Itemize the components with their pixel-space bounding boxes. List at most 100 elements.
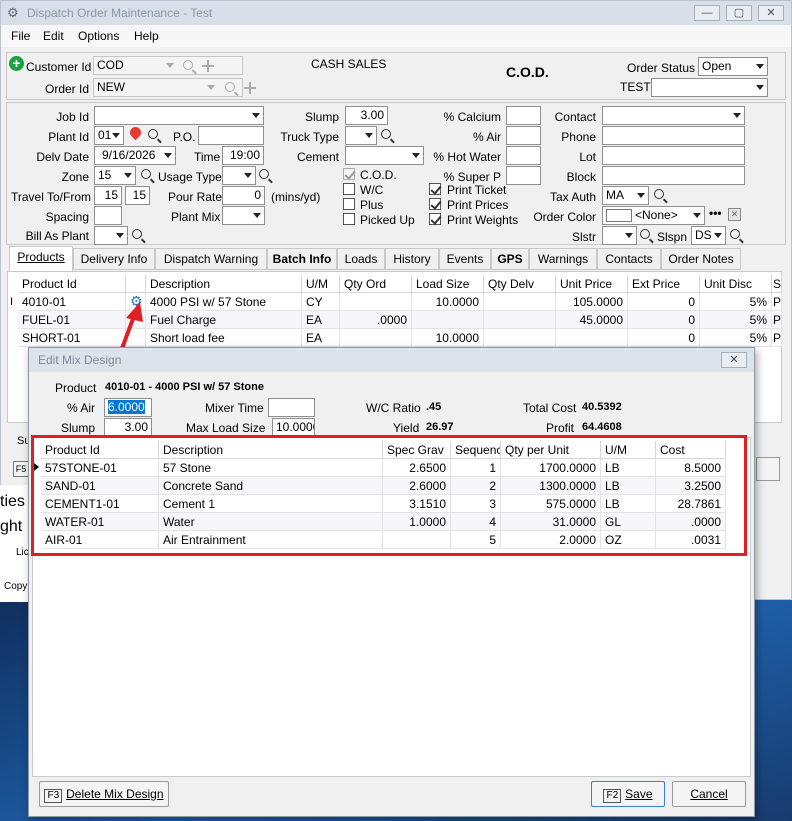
delv-date-field[interactable]: 9/16/2026 <box>94 146 176 165</box>
plus-checkbox[interactable] <box>343 198 355 210</box>
search-icon[interactable] <box>148 129 158 139</box>
tab-products[interactable]: Products <box>9 246 73 271</box>
zone-select[interactable]: 15 <box>94 166 136 185</box>
dlg-mixer-time-field[interactable] <box>268 398 315 417</box>
table-cell[interactable]: 0 <box>628 329 700 347</box>
slspn-select[interactable]: DS <box>691 226 726 245</box>
table-cell[interactable]: EA <box>302 311 340 329</box>
col-header[interactable]: Description <box>146 275 302 293</box>
slstr-select[interactable] <box>602 226 637 245</box>
tax-auth-select[interactable]: MA <box>602 186 649 205</box>
search-icon[interactable] <box>141 169 151 179</box>
print-ticket-checkbox[interactable] <box>429 183 441 195</box>
search-icon[interactable] <box>132 229 142 239</box>
tab-delivery-info[interactable]: Delivery Info <box>73 248 155 270</box>
test-select[interactable] <box>651 78 768 97</box>
add-icon[interactable] <box>202 60 214 72</box>
order-id-field[interactable]: NEW <box>93 78 243 97</box>
table-cell[interactable]: 0 <box>628 311 700 329</box>
table-cell[interactable]: 10.0000 <box>412 293 484 311</box>
table-cell[interactable]: P <box>772 293 782 311</box>
bill-as-plant-select[interactable] <box>94 226 128 245</box>
table-cell[interactable]: 4000 PSI w/ 57 Stone <box>146 293 302 311</box>
menu-help[interactable]: Help <box>134 29 159 43</box>
phone-field[interactable] <box>602 126 745 145</box>
col-header[interactable]: Product Id <box>18 275 126 293</box>
customer-id-field[interactable]: COD <box>93 56 243 75</box>
cod-checkbox[interactable] <box>343 168 355 180</box>
tab-warnings[interactable]: Warnings <box>529 248 597 270</box>
tab-batch-info[interactable]: Batch Info <box>267 248 337 270</box>
col-header[interactable]: Unit Price <box>556 275 628 293</box>
table-cell[interactable]: Short load fee <box>146 329 302 347</box>
pour-rate-field[interactable]: 0 <box>222 186 265 205</box>
col-header[interactable]: Qty Delv <box>484 275 556 293</box>
plant-mix-select[interactable] <box>222 206 265 225</box>
table-cell[interactable]: .0000 <box>340 311 412 329</box>
table-cell[interactable]: 45.0000 <box>556 311 628 329</box>
col-header[interactable] <box>126 275 146 293</box>
menu-edit[interactable]: Edit <box>43 29 64 43</box>
minimize-button[interactable]: — <box>694 5 720 21</box>
order-color-select[interactable]: <None> <box>602 206 705 225</box>
lot-field[interactable] <box>602 146 745 165</box>
table-cell[interactable]: P <box>772 311 782 329</box>
search-icon[interactable] <box>183 60 193 70</box>
tab-dispatch-warning[interactable]: Dispatch Warning <box>155 248 267 270</box>
table-cell[interactable]: 5% <box>700 329 772 347</box>
table-cell[interactable]: 105.0000 <box>556 293 628 311</box>
truck-type-select[interactable] <box>345 126 377 145</box>
table-cell[interactable] <box>484 329 556 347</box>
travel-to-field[interactable]: 15 <box>94 186 122 205</box>
search-icon[interactable] <box>381 129 391 139</box>
job-id-select[interactable] <box>94 106 264 125</box>
table-cell[interactable]: SHORT-01 <box>18 329 126 347</box>
menu-options[interactable]: Options <box>78 29 119 43</box>
search-icon[interactable] <box>259 169 269 179</box>
table-cell[interactable]: CY <box>302 293 340 311</box>
table-cell[interactable]: 0 <box>628 293 700 311</box>
table-cell[interactable] <box>340 293 412 311</box>
search-icon[interactable] <box>225 82 235 92</box>
print-prices-checkbox[interactable] <box>429 198 441 210</box>
picked-up-checkbox[interactable] <box>343 213 355 225</box>
travel-from-field[interactable]: 15 <box>125 186 150 205</box>
table-cell[interactable] <box>412 311 484 329</box>
dlg-air-field[interactable]: 6.0000 <box>104 398 152 417</box>
usage-type-select[interactable] <box>222 166 256 185</box>
add-customer-icon[interactable]: + <box>9 56 24 71</box>
save-button[interactable]: F2 Save <box>591 781 665 807</box>
table-cell[interactable]: 4010-01 <box>18 293 126 311</box>
cement-select[interactable] <box>345 146 424 165</box>
clear-color-icon[interactable]: ✕ <box>728 208 741 221</box>
tab-loads[interactable]: Loads <box>337 248 385 270</box>
tab-gps[interactable]: GPS <box>491 248 529 270</box>
table-cell[interactable]: 5% <box>700 293 772 311</box>
wc-checkbox[interactable] <box>343 183 355 195</box>
more-icon[interactable]: ••• <box>709 206 722 220</box>
block-field[interactable] <box>602 166 745 185</box>
cancel-button[interactable]: Cancel <box>672 781 746 807</box>
table-cell[interactable] <box>340 329 412 347</box>
dialog-close-button[interactable]: ✕ <box>721 352 747 368</box>
order-status-select[interactable]: Open <box>698 57 768 76</box>
table-cell[interactable]: EA <box>302 329 340 347</box>
tab-events[interactable]: Events <box>439 248 491 270</box>
time-field[interactable]: 19:00 <box>222 146 264 165</box>
col-header[interactable]: Qty Ord <box>340 275 412 293</box>
print-weights-checkbox[interactable] <box>429 213 441 225</box>
spacing-field[interactable] <box>94 206 122 225</box>
delete-mix-design-button[interactable]: F3 Delete Mix Design <box>39 781 169 807</box>
col-header[interactable]: Sı <box>772 275 782 293</box>
table-cell[interactable]: FUEL-01 <box>18 311 126 329</box>
tab-order-notes[interactable]: Order Notes <box>661 248 741 270</box>
plant-id-select[interactable]: 01 <box>94 126 124 145</box>
table-cell[interactable]: 5% <box>700 311 772 329</box>
menu-file[interactable]: File <box>11 29 30 43</box>
col-header[interactable]: Load Size <box>412 275 484 293</box>
slump-field[interactable]: 3.00 <box>345 106 388 125</box>
search-icon[interactable] <box>640 229 650 239</box>
add-icon[interactable] <box>244 82 256 94</box>
close-button[interactable]: ✕ <box>758 5 784 21</box>
po-field[interactable] <box>198 126 264 145</box>
